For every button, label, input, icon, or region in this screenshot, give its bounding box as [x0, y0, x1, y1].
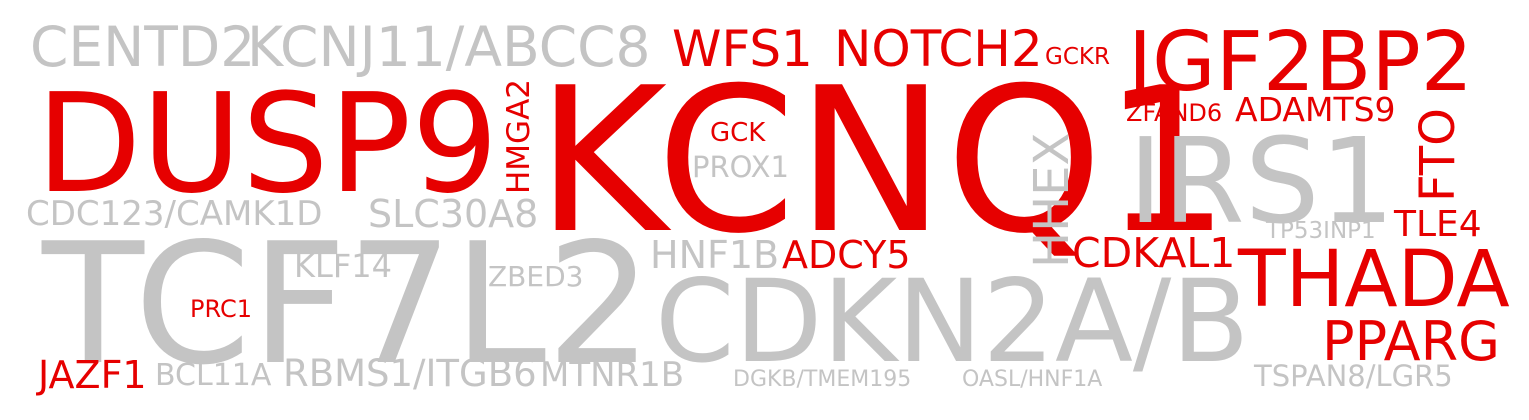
word-adcy5: ADCY5 — [782, 233, 911, 277]
word-cdkal1: CDKAL1 — [1072, 229, 1236, 277]
word-prox1: PROX1 — [692, 150, 789, 184]
word-hnf1b: HNF1B — [650, 233, 780, 277]
word-oasl-hnf1a: OASL/HNF1A — [962, 367, 1103, 392]
word-dgkb-tmem195: DGKB/TMEM195 — [733, 367, 912, 392]
word-klf14: KLF14 — [294, 247, 392, 285]
word-rbms1-itgb6: RBMS1/ITGB6 — [283, 352, 537, 395]
word-notch2: NOTCH2 — [834, 20, 1043, 78]
word-bcl11a: BCL11A — [155, 358, 272, 393]
word-centd2: CENTD2 — [30, 15, 256, 79]
word-gckr: GCKR — [1045, 44, 1110, 70]
word-tspan8-lgr5: TSPAN8/LGR5 — [1254, 359, 1453, 393]
word-slc30a8: SLC30A8 — [368, 192, 539, 236]
word-kcnj11-abcc8: KCNJ11/ABCC8 — [247, 15, 651, 79]
word-fto: FTO — [1410, 108, 1466, 202]
word-hhex: HHEX — [1024, 132, 1080, 268]
word-cdkn2ab: CDKN2A/B — [655, 255, 1250, 388]
word-hmga2: HMGA2 — [501, 78, 537, 194]
word-cloud: TCF7L2 KCNQ1 CDKN2A/B IRS1 DUSP9 IGF2BP2… — [0, 0, 1529, 420]
word-adamts9: ADAMTS9 — [1235, 90, 1396, 129]
word-zbed3: ZBED3 — [488, 260, 584, 293]
word-jazf1: JAZF1 — [38, 353, 147, 397]
word-wfs1: WFS1 — [672, 20, 813, 78]
word-zfand6: ZFAND6 — [1126, 99, 1223, 127]
word-thada: THADA — [1238, 235, 1510, 325]
word-mtnr1b: MTNR1B — [540, 355, 685, 395]
word-cdc123-camk1d: CDC123/CAMK1D — [26, 194, 323, 234]
word-gck: GCK — [710, 118, 766, 148]
word-prc1: PRC1 — [190, 295, 252, 323]
